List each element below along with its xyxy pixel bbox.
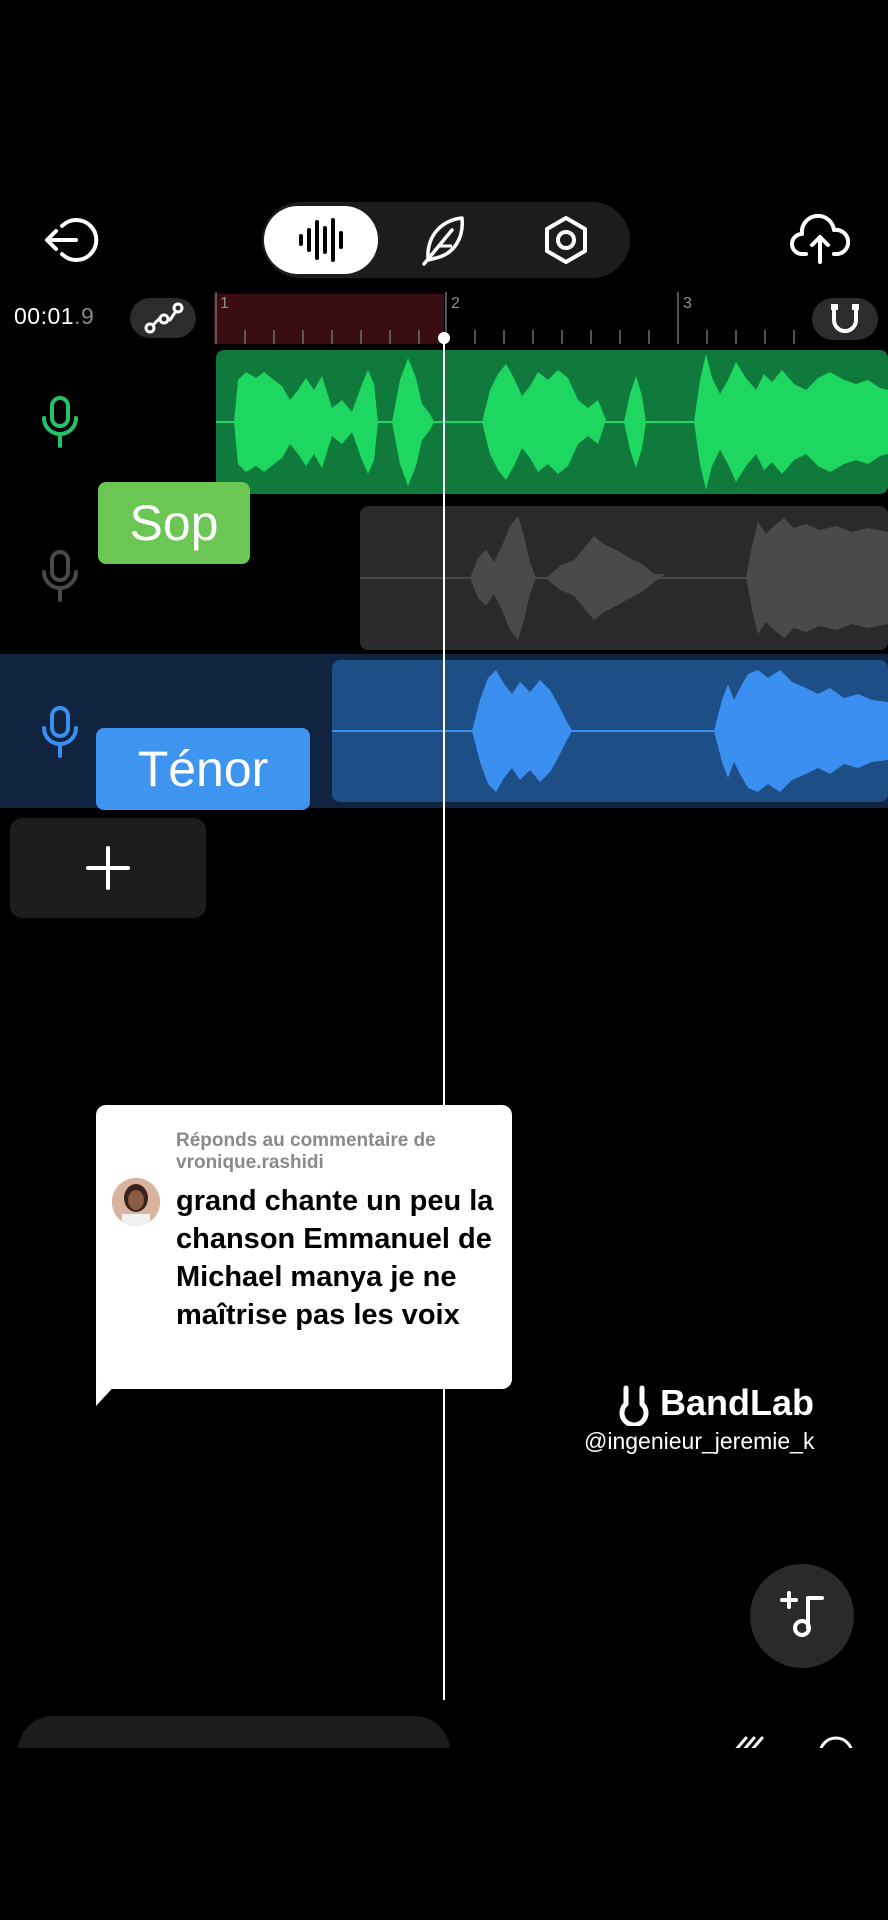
cloud-upload-icon bbox=[790, 213, 851, 264]
waveform-mode-button[interactable] bbox=[264, 206, 378, 274]
feather-icon bbox=[422, 216, 464, 266]
microphone-icon bbox=[42, 706, 78, 758]
comment-bubble-tail bbox=[96, 1380, 120, 1406]
exit-icon bbox=[45, 218, 99, 262]
bandlab-brand: BandLab bbox=[660, 1382, 815, 1423]
track-label-sop: Sop bbox=[98, 482, 250, 564]
settings-mode-button[interactable] bbox=[536, 210, 596, 270]
audio-clip-track-3[interactable] bbox=[332, 660, 888, 802]
bottom-black-area bbox=[0, 1748, 888, 1920]
hexagon-nut-icon bbox=[545, 216, 587, 264]
add-music-button[interactable] bbox=[750, 1564, 854, 1668]
ruler-mark-3: 3 bbox=[683, 295, 692, 312]
magnet-icon bbox=[831, 304, 859, 333]
timecode-main: 00:01 bbox=[14, 303, 75, 329]
track-label-tenor: Ténor bbox=[96, 728, 310, 810]
comment-text: grand chante un peu la chanson Emmanuel … bbox=[176, 1185, 494, 1331]
avatar bbox=[112, 1178, 160, 1226]
plus-icon bbox=[86, 846, 130, 890]
waveform-icon bbox=[299, 218, 343, 262]
automation-curve-icon bbox=[144, 302, 184, 334]
microphone-icon bbox=[42, 396, 78, 448]
track-1-record-arm[interactable] bbox=[38, 394, 82, 450]
audio-clip-track-1[interactable] bbox=[216, 350, 888, 494]
playhead-handle[interactable] bbox=[438, 332, 450, 344]
reply-header: Réponds au commentaire de vronique.rashi… bbox=[176, 1130, 436, 1173]
effects-mode-button[interactable] bbox=[414, 212, 474, 268]
playhead[interactable] bbox=[443, 336, 445, 1700]
track-3-record-arm[interactable] bbox=[38, 704, 82, 760]
upload-button[interactable] bbox=[790, 212, 851, 268]
timecode-fraction: .9 bbox=[74, 303, 95, 329]
track-2-record-arm[interactable] bbox=[38, 548, 82, 604]
add-music-note-icon bbox=[780, 1591, 824, 1637]
playback-timecode: 00:01.9 bbox=[14, 303, 94, 330]
automation-button[interactable] bbox=[130, 298, 196, 338]
add-track-button[interactable] bbox=[10, 818, 206, 918]
clip-waveform bbox=[360, 516, 888, 640]
bandlab-logo-icon bbox=[619, 1385, 649, 1426]
clip-waveform bbox=[332, 670, 888, 792]
exit-button[interactable] bbox=[40, 210, 100, 270]
audio-clip-track-2[interactable] bbox=[360, 506, 888, 650]
clip-waveform bbox=[216, 354, 888, 490]
ruler-mark-2: 2 bbox=[451, 295, 460, 312]
snap-button[interactable] bbox=[812, 298, 878, 340]
creator-handle: @ingenieur_jeremie_k bbox=[584, 1428, 815, 1454]
microphone-icon bbox=[42, 550, 78, 602]
timeline-ruler[interactable]: 1 2 3 bbox=[214, 292, 888, 344]
ruler-mark-1: 1 bbox=[220, 295, 229, 312]
